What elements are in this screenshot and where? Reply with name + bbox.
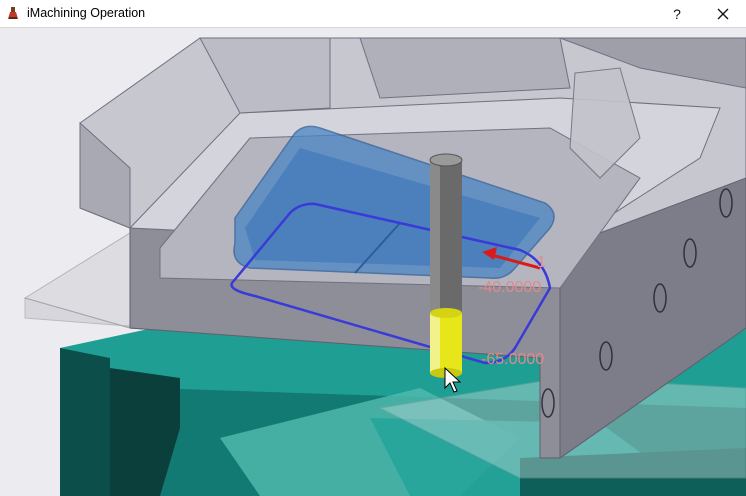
close-icon <box>717 8 729 19</box>
app-logo-icon <box>8 7 18 19</box>
window-titlebar: iMachining Operation ? <box>0 0 746 28</box>
machining-scene <box>0 28 746 496</box>
window-title: iMachining Operation <box>27 6 146 20</box>
depth-top-label: -40.0000 <box>478 279 542 296</box>
close-button[interactable] <box>700 0 746 27</box>
cutting-tool[interactable] <box>429 153 463 378</box>
depth-bottom-label: -65.0000 <box>481 351 545 368</box>
direction-label: 1 <box>537 254 546 271</box>
help-button[interactable]: ? <box>654 0 700 27</box>
3d-viewport[interactable]: 1 -40.0000 -65.0000 <box>0 28 746 496</box>
help-label: ? <box>673 5 681 22</box>
